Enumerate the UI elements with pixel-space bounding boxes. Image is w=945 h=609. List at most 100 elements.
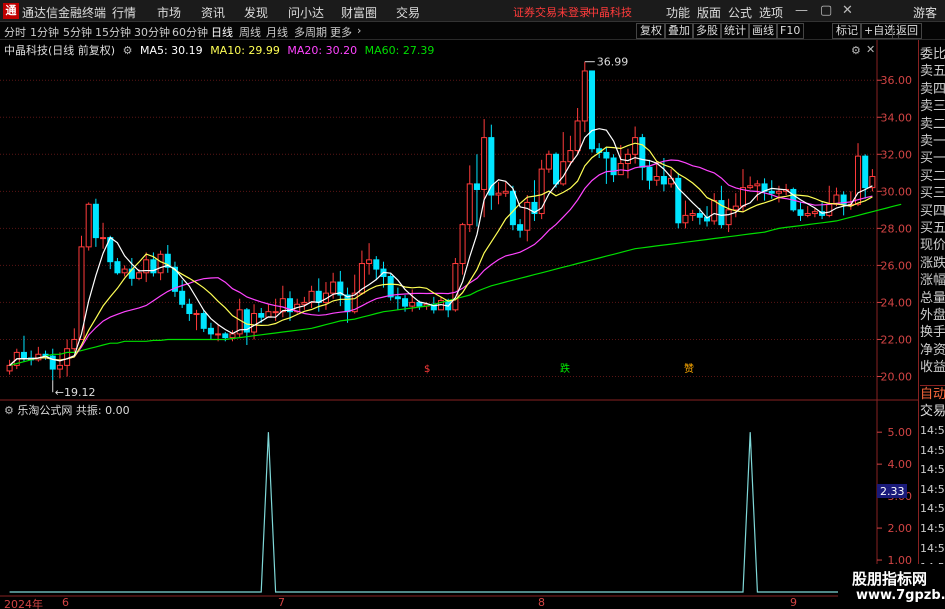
watermark-title: 股朋指标网 bbox=[852, 570, 928, 588]
candle-up[interactable] bbox=[56, 364, 63, 370]
indicator-settings-icon[interactable]: ⚙ bbox=[4, 404, 14, 417]
candle-up[interactable] bbox=[121, 268, 128, 274]
candle-up[interactable] bbox=[251, 313, 258, 333]
kline-chart[interactable]: 20.00 22.00 24.00 26.00 28.00 30.00 32.00 34.00… bbox=[0, 0, 918, 609]
candle-down[interactable] bbox=[92, 203, 99, 239]
panel-item-14: 总量 bbox=[920, 290, 945, 306]
candle-up[interactable] bbox=[215, 333, 222, 336]
candle-up[interactable] bbox=[725, 209, 732, 226]
panel-item-10: 买五 bbox=[920, 221, 945, 236]
trade-time-4: 14:56 bbox=[920, 502, 945, 516]
candle-down[interactable] bbox=[200, 313, 207, 329]
watermark-url: www.7gpzb.com bbox=[856, 588, 945, 603]
candle-down[interactable] bbox=[553, 153, 560, 185]
candle-up[interactable] bbox=[229, 333, 236, 339]
candle-up[interactable] bbox=[524, 201, 531, 231]
candle-up[interactable] bbox=[157, 253, 164, 274]
candle-down[interactable] bbox=[315, 290, 322, 303]
candle-up[interactable] bbox=[581, 70, 588, 122]
candle-down[interactable] bbox=[517, 224, 524, 231]
candle-up[interactable] bbox=[567, 150, 574, 163]
candle-up[interactable] bbox=[330, 281, 337, 294]
candle-up[interactable] bbox=[732, 205, 739, 211]
candle-down[interactable] bbox=[402, 298, 409, 307]
settings-icon[interactable]: ⚙ bbox=[851, 44, 861, 57]
candle-up[interactable] bbox=[481, 137, 488, 190]
candle-up[interactable] bbox=[632, 137, 639, 155]
candle-up[interactable] bbox=[747, 185, 754, 189]
candle-down[interactable] bbox=[509, 190, 516, 226]
panel-item-3: 卖三 bbox=[920, 99, 945, 115]
close-panel-icon[interactable]: ✕ bbox=[866, 43, 875, 56]
candle-up[interactable] bbox=[689, 213, 696, 216]
candle-down[interactable] bbox=[179, 290, 186, 305]
candle-down[interactable] bbox=[387, 275, 394, 298]
candle-up[interactable] bbox=[100, 237, 107, 240]
candle-up[interactable] bbox=[495, 192, 502, 196]
candle-up[interactable] bbox=[617, 163, 624, 176]
candle-down[interactable] bbox=[207, 327, 214, 335]
candle-down[interactable] bbox=[473, 183, 480, 190]
candle-up[interactable] bbox=[459, 224, 466, 265]
candle-up[interactable] bbox=[366, 259, 373, 265]
candle-down[interactable] bbox=[768, 190, 775, 194]
candle-up[interactable] bbox=[682, 214, 689, 224]
candle-down[interactable] bbox=[696, 213, 703, 218]
panel-item-15: 外盘 bbox=[920, 308, 945, 323]
candle-up[interactable] bbox=[545, 153, 552, 170]
candle-up[interactable] bbox=[624, 153, 631, 165]
candle-down[interactable] bbox=[222, 333, 229, 339]
candle-up[interactable] bbox=[804, 213, 811, 216]
sub-chart-info: ⚙ 乐淘公式网 共振: 0.00 bbox=[4, 402, 130, 418]
settings-icon[interactable]: ⚙ bbox=[123, 44, 133, 57]
candle-down[interactable] bbox=[394, 296, 401, 300]
candle-down[interactable] bbox=[603, 151, 610, 159]
candle-up[interactable] bbox=[279, 298, 286, 313]
ma5-line bbox=[9, 128, 873, 366]
candle-down[interactable] bbox=[797, 209, 804, 216]
candle-up[interactable] bbox=[85, 203, 92, 248]
ma10-label: MA10: 29.99 bbox=[210, 44, 280, 57]
candle-up[interactable] bbox=[308, 290, 315, 303]
candle-up[interactable] bbox=[466, 183, 473, 226]
candle-up[interactable] bbox=[272, 311, 279, 314]
candle-down[interactable] bbox=[373, 259, 380, 270]
candle-up[interactable] bbox=[711, 200, 718, 222]
candle-up[interactable] bbox=[64, 348, 71, 366]
candle-down[interactable] bbox=[114, 261, 121, 274]
candle-up[interactable] bbox=[6, 364, 13, 372]
candle-up[interactable] bbox=[653, 176, 660, 181]
candle-up[interactable] bbox=[409, 301, 416, 307]
candle-up[interactable] bbox=[193, 313, 200, 316]
signal-label: $ bbox=[424, 364, 430, 375]
candle-up[interactable] bbox=[301, 301, 308, 305]
candle-up[interactable] bbox=[754, 183, 761, 187]
candle-up[interactable] bbox=[811, 211, 818, 215]
ma20-label: MA20: 30.20 bbox=[287, 44, 358, 57]
y-tick-label: 36.00 bbox=[881, 74, 913, 87]
candle-down[interactable] bbox=[639, 137, 646, 168]
panel-tab-1[interactable]: 交易 bbox=[920, 403, 945, 420]
candle-down[interactable] bbox=[660, 176, 667, 185]
candle-up[interactable] bbox=[71, 338, 78, 350]
trade-time-6: 14:56 bbox=[920, 541, 945, 555]
candle-down[interactable] bbox=[258, 313, 265, 318]
candle-up[interactable] bbox=[855, 155, 862, 205]
candle-down[interactable] bbox=[610, 157, 617, 176]
candle-up[interactable] bbox=[826, 203, 833, 216]
panel-tab-0[interactable]: 自动 bbox=[920, 385, 945, 403]
candle-down[interactable] bbox=[646, 166, 653, 181]
panel-item-1: 卖五 bbox=[920, 64, 945, 80]
panel-item-17: 净资 bbox=[920, 342, 945, 358]
candle-up[interactable] bbox=[502, 190, 509, 194]
candle-down[interactable] bbox=[862, 155, 869, 189]
y-tick-label: 24.00 bbox=[881, 296, 913, 309]
trade-time-1: 14:56 bbox=[920, 443, 945, 457]
candle-down[interactable] bbox=[186, 303, 193, 315]
candle-up[interactable] bbox=[136, 272, 143, 279]
candle-up[interactable] bbox=[574, 120, 581, 152]
candle-down[interactable] bbox=[588, 70, 596, 150]
candle-up[interactable] bbox=[775, 190, 782, 194]
candle-up[interactable] bbox=[452, 263, 459, 311]
candle-down[interactable] bbox=[20, 351, 27, 359]
